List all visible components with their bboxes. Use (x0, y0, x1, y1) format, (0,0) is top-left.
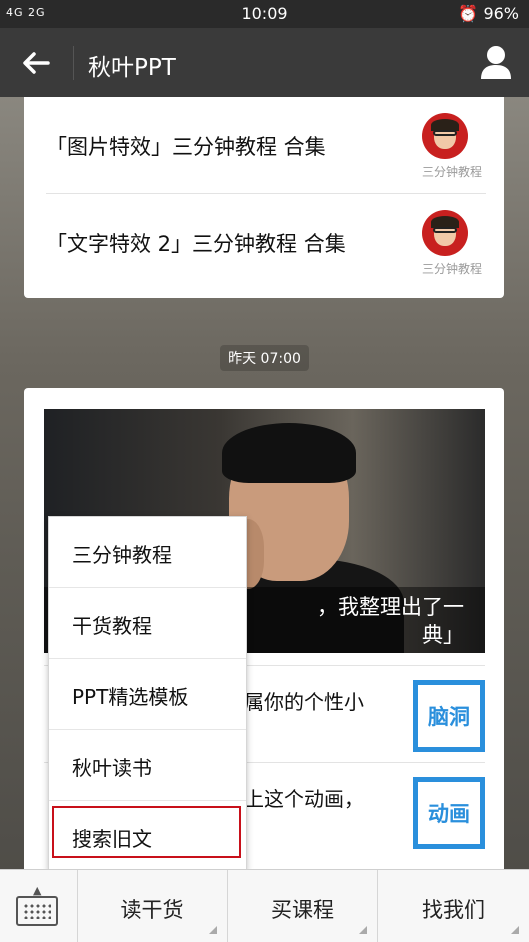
tab-label: 找我们 (422, 898, 485, 922)
image-figure-hair (222, 423, 356, 483)
profile-icon[interactable] (479, 44, 513, 80)
tab-label: 读干货 (120, 898, 184, 922)
highlight-box (52, 806, 241, 858)
menu-item-ppt-templates[interactable]: PPT精选模板 (49, 659, 246, 730)
thumbnail: 动画 (413, 777, 485, 849)
popup-menu: 三分钟教程 干货教程 PPT精选模板 秋叶读书 搜索旧文 (48, 516, 247, 870)
app-header: 秋叶PPT (0, 28, 529, 97)
status-bar: 4G 2G 10:09 ⏰ 96% (0, 0, 529, 28)
avatar-glasses (433, 130, 457, 136)
tab-label: 买课程 (271, 898, 334, 922)
article-title: 「图片特效」三分钟教程 合集 (46, 135, 326, 159)
clock: 10:09 (241, 4, 288, 23)
menu-item-label: 干货教程 (72, 614, 152, 638)
submenu-indicator-icon (209, 926, 217, 934)
tab-buy-courses[interactable]: 买课程 (228, 870, 378, 942)
thumbnail-label: 动画 (418, 782, 480, 844)
timestamp-text: 昨天 07:00 (220, 345, 309, 371)
menu-item-label: 三分钟教程 (72, 543, 172, 567)
battery-level: 96% (483, 4, 519, 23)
menu-item-three-minute-tutorial[interactable]: 三分钟教程 (49, 517, 246, 588)
list-item-text: 上这个动画， (244, 787, 364, 811)
header-divider (73, 46, 74, 80)
article-row[interactable]: 「图片特效」三分钟教程 合集 三分钟教程 (46, 97, 486, 194)
avatar-caption: 三分钟教程 (421, 165, 482, 179)
message-timestamp: 昨天 07:00 (0, 345, 529, 371)
avatar (422, 113, 468, 159)
avatar (422, 210, 468, 256)
menu-item-reading[interactable]: 秋叶读书 (49, 730, 246, 801)
keyboard-toggle-button[interactable]: ▲ (0, 870, 78, 942)
thumbnail-label: 脑洞 (418, 685, 480, 747)
back-arrow-icon[interactable] (18, 48, 54, 78)
page-title: 秋叶PPT (88, 55, 176, 81)
tab-contact-us[interactable]: 找我们 (378, 870, 529, 942)
avatar-glasses (433, 227, 457, 233)
menu-item-practical-tutorial[interactable]: 干货教程 (49, 588, 246, 659)
submenu-indicator-icon (359, 926, 367, 934)
keyboard-icon (16, 896, 58, 926)
list-item-text: 属你的个性小 (244, 690, 364, 714)
article-title: 「文字特效 2」三分钟教程 合集 (46, 232, 346, 256)
thumbnail: 脑洞 (413, 680, 485, 752)
submenu-indicator-icon (511, 926, 519, 934)
tab-read-articles[interactable]: 读干货 (77, 870, 228, 942)
keyboard-keys (23, 903, 51, 919)
avatar-caption: 三分钟教程 (421, 262, 482, 276)
article-row[interactable]: 「文字特效 2」三分钟教程 合集 三分钟教程 (46, 194, 486, 291)
bottom-menu-bar: ▲ 读干货 买课程 找我们 (0, 869, 529, 942)
menu-item-label: 秋叶读书 (72, 756, 152, 780)
menu-item-label: PPT精选模板 (72, 685, 189, 709)
battery-indicator: ⏰ 96% (458, 4, 519, 23)
article-card: 「图片特效」三分钟教程 合集 三分钟教程 「文字特效 2」三分钟教程 合集 三分… (24, 97, 504, 298)
